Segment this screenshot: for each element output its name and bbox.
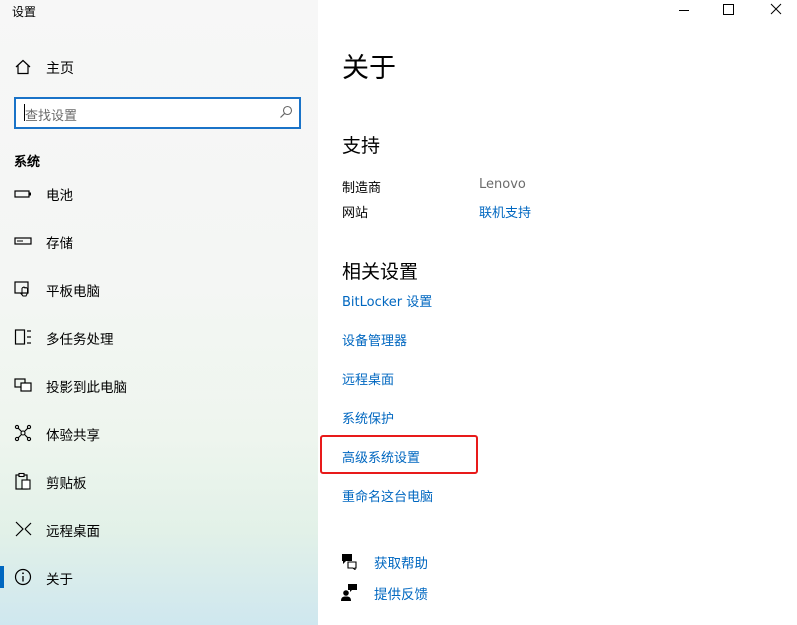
close-icon xyxy=(770,3,782,15)
projecting-icon xyxy=(14,376,32,394)
minimize-icon xyxy=(679,10,689,11)
sidebar-item-tablet[interactable]: 平板电脑 xyxy=(0,269,318,309)
search-icon[interactable] xyxy=(279,105,293,119)
sidebar-item-label: 电池 xyxy=(46,188,73,204)
sidebar: 设置 主页 查找设置 系统 电池 存储 平板电脑 多任务处理 投影到此电脑 体验… xyxy=(0,0,318,625)
app-title: 设置 xyxy=(12,5,37,19)
sidebar-item-label: 关于 xyxy=(46,572,73,588)
search-input[interactable]: 查找设置 xyxy=(14,97,301,129)
online-support-link[interactable]: 联机支持 xyxy=(479,202,531,221)
sidebar-group-title: 系统 xyxy=(14,155,41,170)
get-help-label: 获取帮助 xyxy=(374,556,428,572)
sidebar-item-projecting[interactable]: 投影到此电脑 xyxy=(0,365,318,405)
battery-icon xyxy=(14,184,32,202)
remote-desktop-icon xyxy=(14,520,32,538)
remote-desktop-link[interactable]: 远程桌面 xyxy=(342,369,394,388)
sidebar-item-label: 剪贴板 xyxy=(46,476,87,492)
sidebar-item-label: 存储 xyxy=(46,236,73,252)
search-placeholder: 查找设置 xyxy=(25,109,78,124)
sidebar-nav-list[interactable]: 电池 存储 平板电脑 多任务处理 投影到此电脑 体验共享 剪贴板 远程桌面 关于 xyxy=(0,180,318,610)
advanced-system-settings-link[interactable]: 高级系统设置 xyxy=(342,447,420,466)
feedback-label: 提供反馈 xyxy=(374,587,428,603)
sidebar-item-label: 投影到此电脑 xyxy=(46,380,127,396)
manufacturer-value: Lenovo xyxy=(479,177,526,192)
sidebar-home[interactable]: 主页 xyxy=(0,50,318,82)
sidebar-item-shared-experiences[interactable]: 体验共享 xyxy=(0,413,318,453)
minimize-button[interactable] xyxy=(661,0,707,22)
storage-icon xyxy=(14,232,32,250)
feedback-icon xyxy=(340,583,358,601)
text-caret xyxy=(24,104,25,121)
clipboard-icon xyxy=(14,472,32,490)
chat-help-icon xyxy=(340,552,358,570)
sidebar-item-label: 平板电脑 xyxy=(46,284,100,300)
sidebar-item-multitasking[interactable]: 多任务处理 xyxy=(0,317,318,357)
close-button[interactable] xyxy=(751,0,797,22)
multitasking-icon xyxy=(14,328,32,346)
sidebar-item-remote-desktop[interactable]: 远程桌面 xyxy=(0,509,318,549)
feedback-link[interactable]: 提供反馈 xyxy=(340,581,540,603)
get-help-link[interactable]: 获取帮助 xyxy=(340,550,540,572)
website-label: 网站 xyxy=(342,206,369,221)
rename-pc-link[interactable]: 重命名这台电脑 xyxy=(342,486,433,505)
support-section-title: 支持 xyxy=(342,135,381,157)
sidebar-item-storage[interactable]: 存储 xyxy=(0,221,318,261)
home-icon xyxy=(14,58,32,76)
main-content: 关于 支持 制造商 Lenovo 网站 联机支持 相关设置 BitLocker … xyxy=(318,0,797,625)
selection-indicator xyxy=(0,566,4,588)
sidebar-item-clipboard[interactable]: 剪贴板 xyxy=(0,461,318,501)
tablet-icon xyxy=(14,280,32,298)
sidebar-item-battery[interactable]: 电池 xyxy=(0,180,318,213)
sidebar-item-label: 远程桌面 xyxy=(46,524,100,540)
maximize-icon xyxy=(723,4,734,15)
sidebar-item-label: 多任务处理 xyxy=(46,332,114,348)
sidebar-item-about[interactable]: 关于 xyxy=(0,557,318,597)
manufacturer-label: 制造商 xyxy=(342,181,382,196)
shared-experiences-icon xyxy=(14,424,32,442)
sidebar-home-label: 主页 xyxy=(46,61,74,77)
maximize-button[interactable] xyxy=(705,0,751,22)
page-title: 关于 xyxy=(342,53,396,84)
device-manager-link[interactable]: 设备管理器 xyxy=(342,330,407,349)
info-icon xyxy=(14,568,32,586)
system-protection-link[interactable]: 系统保护 xyxy=(342,408,394,427)
bitlocker-settings-link[interactable]: BitLocker 设置 xyxy=(342,291,432,310)
related-settings-title: 相关设置 xyxy=(342,261,419,283)
sidebar-item-label: 体验共享 xyxy=(46,428,100,444)
